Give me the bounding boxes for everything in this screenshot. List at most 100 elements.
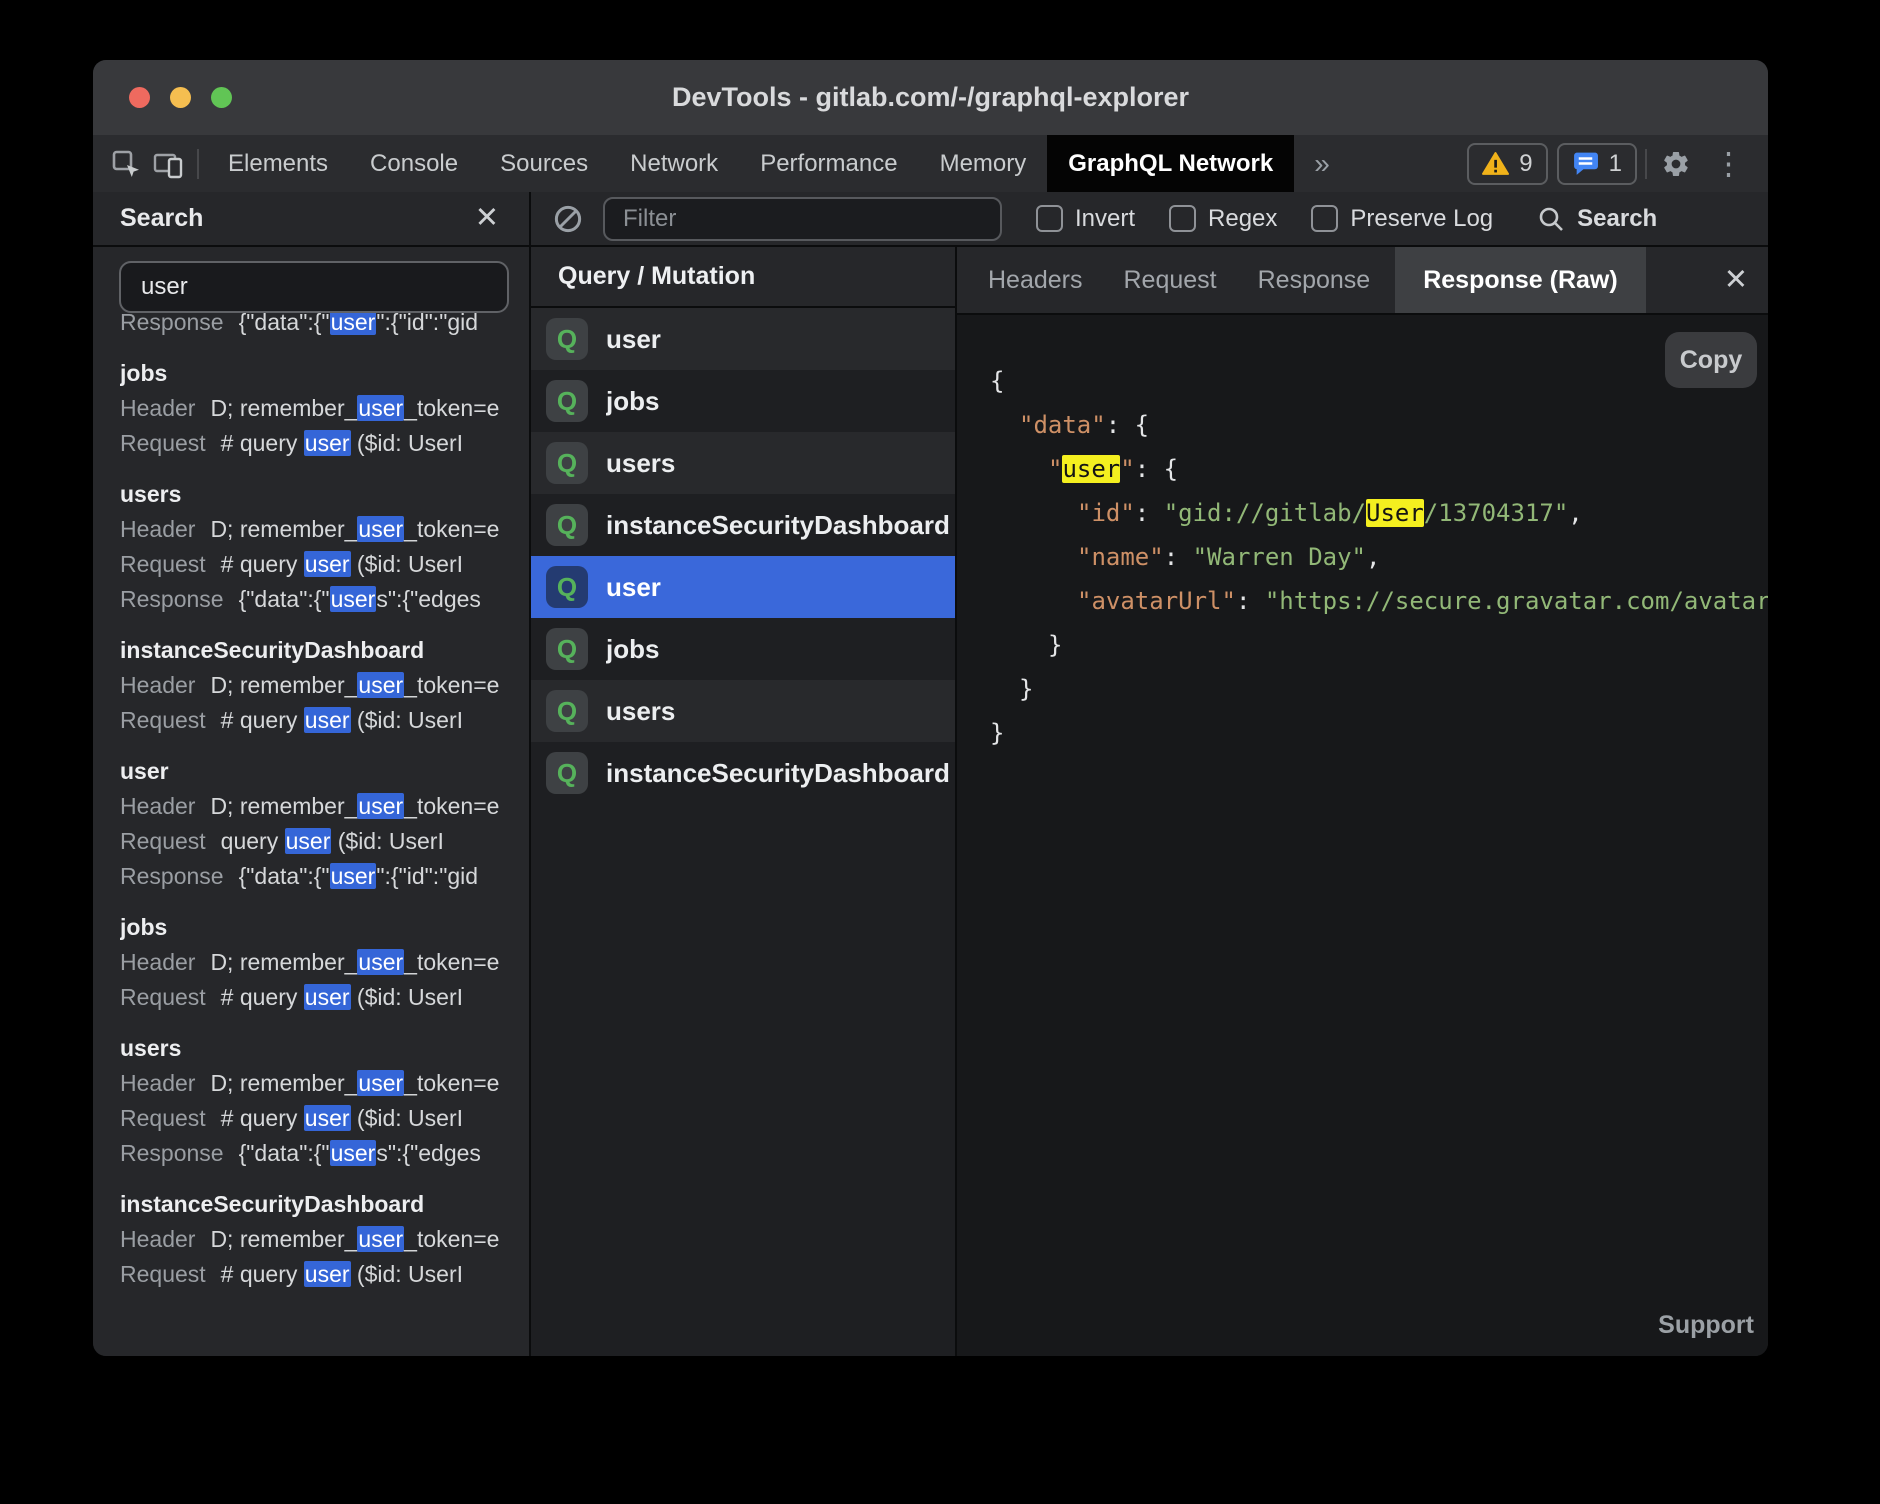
search-result-line[interactable]: Request# query user ($id: UserI (120, 1257, 529, 1292)
result-line-label: Request (120, 1105, 206, 1131)
json-line: { (957, 359, 1768, 403)
detail-tab-response[interactable]: Response (1242, 247, 1387, 313)
json-token: "Warren Day" (1193, 543, 1366, 571)
search-result-line[interactable]: Response{"data":{"users":{"edges (120, 582, 529, 617)
result-line-label: Header (120, 672, 195, 698)
search-result-line[interactable]: Request# query user ($id: UserI (120, 426, 529, 461)
json-viewer: {"data": {"user": {"id": "gid://gitlab/U… (957, 359, 1768, 755)
query-row-instancesecuritydashboard[interactable]: QinstanceSecurityDashboard (531, 494, 955, 556)
detail-tabs: HeadersRequestResponseResponse (Raw) (957, 247, 1646, 313)
result-line-value: {"data":{"users":{"edges (239, 1140, 481, 1166)
clear-requests-icon[interactable] (547, 197, 589, 241)
tab-memory[interactable]: Memory (919, 135, 1048, 192)
detail-tab-headers[interactable]: Headers (972, 247, 1099, 313)
detail-close-icon[interactable]: ✕ (1724, 266, 1748, 295)
query-row-jobs[interactable]: Qjobs (531, 370, 955, 432)
match-highlight: user (357, 516, 404, 542)
search-result-line[interactable]: Header D; remember_user_token=e (120, 668, 529, 703)
maximize-window-button[interactable] (211, 87, 232, 108)
settings-gear-icon[interactable] (1655, 142, 1697, 186)
search-result-line[interactable]: HeaderD; remember_user_token=e (120, 789, 529, 824)
search-result-line[interactable]: HeaderD; remember_user_token=e (120, 391, 529, 426)
checkbox-box[interactable] (1311, 205, 1338, 232)
desktop-background: DevTools - gitlab.com/-/graphql-explorer… (0, 0, 1880, 1504)
response-raw-content: Copy {"data": {"user": {"id": "gid://git… (957, 315, 1768, 1356)
query-row-users[interactable]: Qusers (531, 680, 955, 742)
checkbox-box[interactable] (1036, 205, 1063, 232)
query-type-badge: Q (546, 752, 588, 794)
message-icon (1572, 151, 1599, 176)
copy-button[interactable]: Copy (1665, 332, 1757, 388)
search-input[interactable] (119, 261, 509, 313)
query-row-label: user (606, 324, 661, 355)
search-result-group: user HeaderD; remember_user_token=eReques… (120, 754, 529, 894)
close-window-button[interactable] (129, 87, 150, 108)
result-line-value: # query user ($id: UserI (221, 1105, 463, 1131)
support-link[interactable]: Support (1658, 1311, 1754, 1340)
devtools-window: DevTools - gitlab.com/-/graphql-explorer… (93, 60, 1768, 1356)
search-result-line[interactable]: Request # query user ($id: UserI (120, 1101, 529, 1136)
result-line-value: {"data":{"users":{"edges (239, 586, 481, 612)
network-panel-area: InvertRegexPreserve Log Search Query / M… (531, 192, 1768, 1356)
json-token: : (1106, 411, 1135, 439)
search-result-line[interactable]: Response{"data":{"user":{"id":"gid (120, 859, 529, 894)
result-line-value: # query user ($id: UserI (221, 551, 463, 577)
search-result-line[interactable]: HeaderD; remember_user_token=e (120, 512, 529, 547)
match-highlight: user (304, 984, 351, 1010)
match-highlight: user (304, 430, 351, 456)
tabbar-right-divider (1645, 149, 1647, 179)
console-messages-badge[interactable]: 1 (1557, 143, 1637, 185)
search-result-line[interactable]: HeaderD; remember_user_token=e (120, 945, 529, 980)
json-token: : (1135, 455, 1164, 483)
tab-sources[interactable]: Sources (479, 135, 609, 192)
more-options-icon[interactable]: ⋮ (1705, 148, 1752, 179)
search-result-line[interactable]: Requestquery user ($id: UserI (120, 824, 529, 859)
more-tabs-button[interactable]: » (1294, 148, 1350, 180)
tab-performance[interactable]: Performance (739, 135, 918, 192)
toolbar-search-toggle[interactable]: Search (1537, 205, 1657, 233)
tab-elements[interactable]: Elements (207, 135, 349, 192)
checkbox-box[interactable] (1169, 205, 1196, 232)
query-row-user[interactable]: Quser (531, 308, 955, 370)
query-row-users[interactable]: Qusers (531, 432, 955, 494)
search-result-group: jobsHeaderD; remember_user_token=eReques… (120, 910, 529, 1015)
match-highlight: user (285, 828, 332, 854)
query-row-instancesecuritydashboard[interactable]: QinstanceSecurityDashboard (531, 742, 955, 804)
inspect-element-icon[interactable] (105, 142, 147, 186)
query-type-badge: Q (546, 442, 588, 484)
search-result-group: jobsHeaderD; remember_user_token=eReques… (120, 356, 529, 461)
tab-console[interactable]: Console (349, 135, 479, 192)
warning-icon (1482, 151, 1509, 176)
json-token: " (1120, 455, 1134, 483)
checkbox-preserve-log[interactable]: Preserve Log (1311, 205, 1493, 233)
result-line-value: D; remember_user_token=e (210, 672, 499, 698)
checkbox-label: Preserve Log (1350, 205, 1493, 233)
search-result-group: instanceSecurityDashboardHeaderD; rememb… (120, 1187, 529, 1292)
checkbox-regex[interactable]: Regex (1169, 205, 1277, 233)
json-token: , (1366, 543, 1380, 571)
search-result-line[interactable]: Request# query user ($id: UserI (120, 703, 529, 738)
result-line-label: Header (120, 1070, 195, 1096)
search-result-line[interactable]: Response{"data":{"users":{"edges (120, 1136, 529, 1171)
tab-network[interactable]: Network (609, 135, 739, 192)
result-line-value: # query user ($id: UserI (221, 707, 463, 733)
minimize-window-button[interactable] (170, 87, 191, 108)
search-panel-close-icon[interactable]: ✕ (475, 204, 499, 233)
json-token: " (1048, 455, 1062, 483)
tab-graphql-network[interactable]: GraphQL Network (1047, 135, 1294, 192)
search-result-line[interactable]: Response{"data":{"user":{"id":"gid (120, 313, 529, 340)
filter-input[interactable] (603, 197, 1002, 241)
query-row-user[interactable]: Quser (531, 556, 955, 618)
result-line-label: Request (120, 984, 206, 1010)
checkbox-invert[interactable]: Invert (1036, 205, 1135, 233)
search-result-line[interactable]: HeaderD; remember_user_token=e (120, 1066, 529, 1101)
search-result-line[interactable]: Request# query user ($id: UserI (120, 980, 529, 1015)
detail-tab-response-raw-[interactable]: Response (Raw) (1395, 247, 1645, 313)
console-warnings-badge[interactable]: 9 (1467, 143, 1547, 185)
search-result-line[interactable]: Request# query user ($id: UserI (120, 547, 529, 582)
detail-tab-request[interactable]: Request (1108, 247, 1233, 313)
query-row-jobs[interactable]: Qjobs (531, 618, 955, 680)
search-result-line[interactable]: HeaderD; remember_user_token=e (120, 1222, 529, 1257)
gear-icon (1661, 149, 1691, 179)
device-toolbar-icon[interactable] (147, 142, 189, 186)
